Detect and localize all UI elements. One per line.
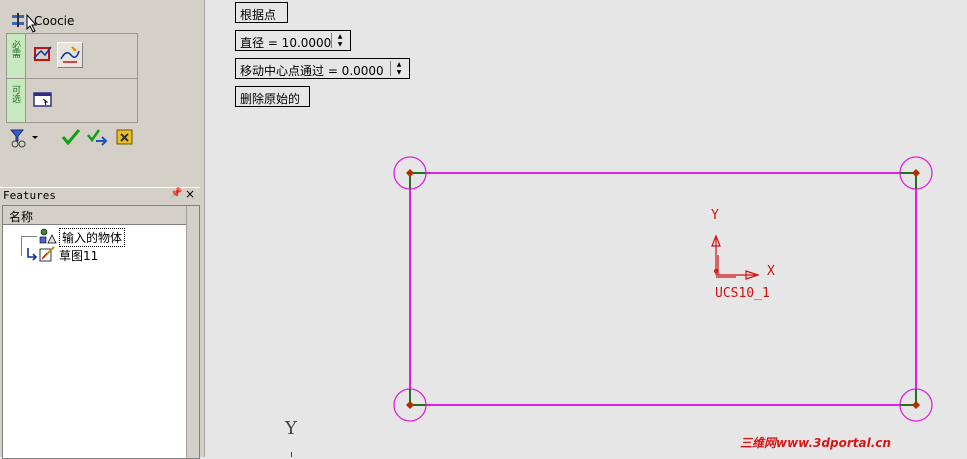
move-center-field[interactable]: 移动中心点通过 = 0.0000 ▲ ▼ bbox=[235, 58, 410, 79]
select-curve-icon[interactable] bbox=[31, 42, 55, 66]
tree-arrow-icon bbox=[27, 248, 38, 261]
tree-connector bbox=[21, 236, 37, 237]
ucs-x-label: X bbox=[767, 264, 775, 279]
tree-connector bbox=[21, 236, 22, 256]
mouse-cursor-icon bbox=[26, 14, 38, 33]
features-tree: 名称 输入的物体 草图11 bbox=[2, 205, 200, 459]
world-y-axis-label: Y bbox=[285, 418, 297, 439]
spin-down-icon[interactable]: ▼ bbox=[391, 69, 407, 76]
features-panel-header: Features 📌 × bbox=[0, 187, 200, 204]
diameter-spinner[interactable]: ▲ ▼ bbox=[331, 33, 348, 48]
input-body-icon bbox=[39, 228, 57, 244]
close-icon[interactable]: × bbox=[185, 187, 195, 201]
spin-up-icon[interactable]: ▲ bbox=[391, 61, 407, 68]
pin-icon[interactable]: 📌 bbox=[170, 188, 182, 199]
chevron-down-icon[interactable] bbox=[30, 126, 40, 148]
window-select-icon[interactable] bbox=[31, 88, 55, 112]
move-center-spinner[interactable]: ▲ ▼ bbox=[390, 61, 407, 76]
watermark: 三维网www.3dportal.cn bbox=[740, 436, 891, 450]
corner-segments bbox=[409, 172, 917, 406]
ucs-axes-icon bbox=[711, 234, 760, 280]
action-toolbar bbox=[6, 126, 196, 150]
corner-markers[interactable] bbox=[406, 169, 920, 409]
feature-title: Coocie bbox=[34, 14, 75, 28]
tree-item-sketch[interactable]: 草图11 bbox=[27, 246, 187, 263]
tree-item-label: 输入的物体 bbox=[59, 228, 126, 247]
selection-group: 必需 可选 bbox=[6, 33, 138, 123]
world-y-axis-line bbox=[291, 452, 292, 457]
vertical-scrollbar[interactable] bbox=[186, 206, 199, 458]
blend-feature-icon bbox=[12, 13, 24, 27]
sketch-icon bbox=[39, 246, 55, 262]
column-header-name[interactable]: 名称 bbox=[3, 206, 188, 225]
ok-check-icon[interactable] bbox=[60, 126, 82, 148]
ucs-y-label: Y bbox=[711, 208, 719, 223]
spin-up-icon[interactable]: ▲ bbox=[332, 33, 348, 40]
graphics-viewport[interactable]: 根据点 直径 = 10.0000 ▲ ▼ 移动中心点通过 = 0.0000 ▲ … bbox=[205, 0, 967, 457]
filter-icon[interactable] bbox=[8, 126, 30, 148]
tab-required[interactable]: 必需 bbox=[7, 34, 26, 78]
delete-original-button[interactable]: 删除原始的 bbox=[235, 86, 310, 107]
features-title: Features bbox=[3, 189, 56, 202]
sketch-rectangle[interactable] bbox=[409, 172, 917, 406]
tree-item-label: 草图11 bbox=[59, 249, 99, 263]
ucs-name-label: UCS10_1 bbox=[715, 286, 770, 301]
tab-optional[interactable]: 可选 bbox=[7, 79, 26, 122]
pick-points-button[interactable]: 根据点 bbox=[235, 2, 288, 23]
cancel-icon[interactable] bbox=[114, 126, 136, 148]
group-divider bbox=[7, 78, 137, 79]
tree-item-input-body[interactable]: 输入的物体 bbox=[39, 228, 187, 247]
diameter-field[interactable]: 直径 = 10.0000 ▲ ▼ bbox=[235, 30, 351, 51]
select-sketch-icon[interactable] bbox=[57, 42, 83, 68]
spin-down-icon[interactable]: ▼ bbox=[332, 41, 348, 48]
apply-icon[interactable] bbox=[86, 126, 108, 148]
left-panel: Coocie 必需 可选 Features 📌 × 名称 输入的物体 草图11 bbox=[0, 0, 205, 459]
